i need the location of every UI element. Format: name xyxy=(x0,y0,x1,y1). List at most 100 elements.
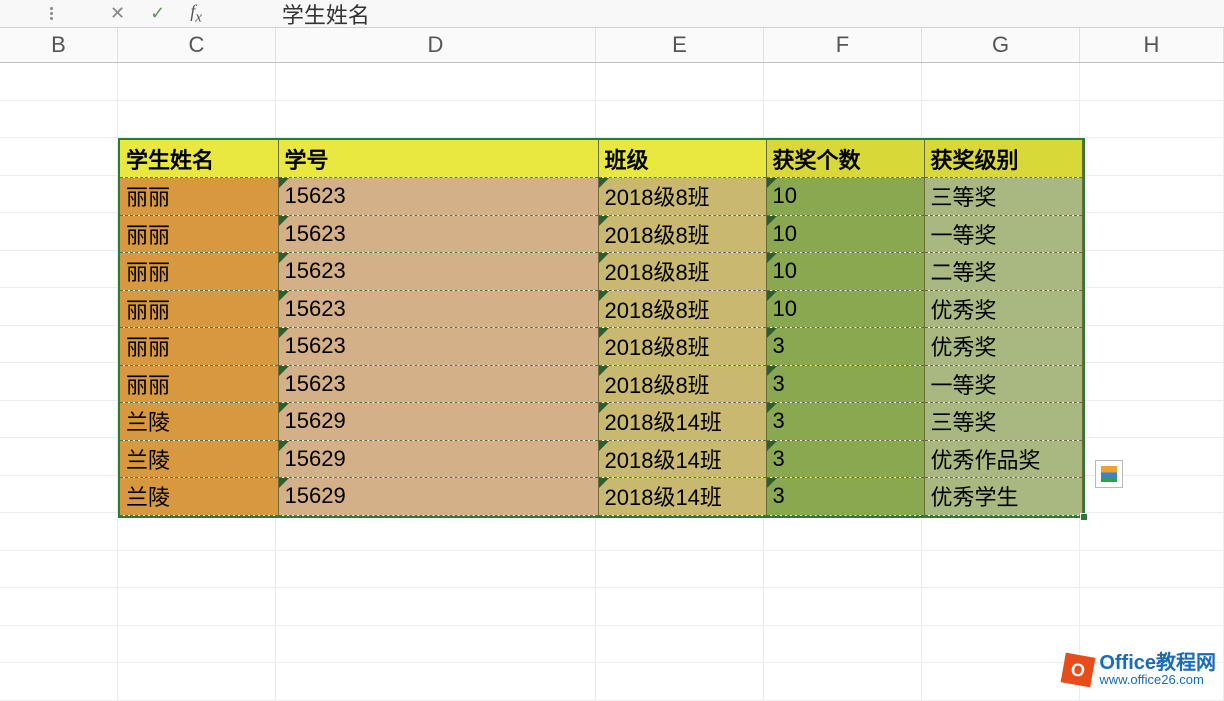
cell-value: 兰陵 xyxy=(126,410,170,435)
cell-c[interactable]: 丽丽 xyxy=(120,253,278,291)
cell-f[interactable]: 3 xyxy=(766,328,924,366)
col-header-d[interactable]: D xyxy=(276,28,596,62)
cell-f[interactable]: 3 xyxy=(766,440,924,478)
cell-value: 优秀奖 xyxy=(931,298,997,323)
column-headers: B C D E F G H xyxy=(0,28,1224,63)
cell-d[interactable]: 15623 xyxy=(278,253,598,291)
cancel-icon[interactable]: ✕ xyxy=(110,3,125,24)
cell-g[interactable]: 优秀作品奖 xyxy=(924,440,1082,478)
error-indicator-icon xyxy=(279,291,289,301)
cell-value: 15629 xyxy=(285,483,346,508)
col-header-h[interactable]: H xyxy=(1080,28,1224,62)
cell-value: 三等奖 xyxy=(931,185,997,210)
selection-handle[interactable] xyxy=(1080,513,1088,521)
cell-c[interactable]: 丽丽 xyxy=(120,290,278,328)
cell-c[interactable]: 兰陵 xyxy=(120,403,278,441)
cell-e[interactable]: 2018级14班 xyxy=(598,403,766,441)
error-indicator-icon xyxy=(279,478,289,488)
cell-d[interactable]: 15623 xyxy=(278,215,598,253)
cell-g[interactable]: 二等奖 xyxy=(924,253,1082,291)
cell-d[interactable]: 15623 xyxy=(278,328,598,366)
cell-e[interactable]: 2018级8班 xyxy=(598,215,766,253)
cell-value: 2018级8班 xyxy=(605,223,710,248)
col-header-f[interactable]: F xyxy=(764,28,922,62)
error-indicator-icon xyxy=(767,216,777,226)
col-header-e[interactable]: E xyxy=(596,28,764,62)
cell-g[interactable]: 三等奖 xyxy=(924,178,1082,216)
name-box-area[interactable] xyxy=(0,7,90,20)
cell-e[interactable]: 2018级8班 xyxy=(598,328,766,366)
cell-e[interactable]: 2018级14班 xyxy=(598,478,766,516)
cell-value: 15623 xyxy=(285,258,346,283)
cell-f[interactable]: 3 xyxy=(766,403,924,441)
formula-bar: ✕ ✓ fx 学生姓名 xyxy=(0,0,1224,28)
cell-d[interactable]: 15629 xyxy=(278,440,598,478)
cell-value: 丽丽 xyxy=(126,298,170,323)
col-header-c[interactable]: C xyxy=(118,28,276,62)
cell-value: 二等奖 xyxy=(931,260,997,285)
error-indicator-icon xyxy=(279,403,289,413)
cell-c[interactable]: 丽丽 xyxy=(120,215,278,253)
cell-g[interactable]: 优秀奖 xyxy=(924,290,1082,328)
table-header-row: 学生姓名 学号 班级 获奖个数 获奖级别 xyxy=(120,140,1082,178)
cell-d[interactable]: 15623 xyxy=(278,178,598,216)
cell-d[interactable]: 15623 xyxy=(278,290,598,328)
watermark-title: Office教程网 xyxy=(1099,653,1216,673)
col-header-b[interactable]: B xyxy=(0,28,118,62)
cell-g[interactable]: 三等奖 xyxy=(924,403,1082,441)
cell-value: 三等奖 xyxy=(931,410,997,435)
cell-c[interactable]: 丽丽 xyxy=(120,178,278,216)
header-class[interactable]: 班级 xyxy=(598,140,766,178)
cell-value: 优秀奖 xyxy=(931,335,997,360)
cell-e[interactable]: 2018级8班 xyxy=(598,178,766,216)
error-indicator-icon xyxy=(279,366,289,376)
watermark-text: Office教程网 www.office26.com xyxy=(1099,653,1216,686)
cell-g[interactable]: 优秀学生 xyxy=(924,478,1082,516)
cell-d[interactable]: 15629 xyxy=(278,403,598,441)
cell-e[interactable]: 2018级8班 xyxy=(598,253,766,291)
table-row: 丽丽156232018级8班3一等奖 xyxy=(120,365,1082,403)
cell-value: 15623 xyxy=(285,221,346,246)
table-row: 兰陵 15629 2018级14班3 三等奖 xyxy=(120,403,1082,441)
cell-f[interactable]: 10 xyxy=(766,215,924,253)
cell-f[interactable]: 10 xyxy=(766,178,924,216)
cell-f[interactable]: 3 xyxy=(766,478,924,516)
table-row: 丽丽 156232018级8班10 优秀奖 xyxy=(120,290,1082,328)
cell-e[interactable]: 2018级8班 xyxy=(598,365,766,403)
cell-f[interactable]: 10 xyxy=(766,290,924,328)
fx-icon[interactable]: fx xyxy=(190,1,202,27)
cell-c[interactable]: 兰陵 xyxy=(120,440,278,478)
error-indicator-icon xyxy=(599,478,609,488)
header-award-level[interactable]: 获奖级别 xyxy=(924,140,1082,178)
error-indicator-icon xyxy=(767,478,777,488)
header-student-id[interactable]: 学号 xyxy=(278,140,598,178)
cell-g[interactable]: 优秀奖 xyxy=(924,328,1082,366)
cell-value: 15629 xyxy=(285,408,346,433)
confirm-icon[interactable]: ✓ xyxy=(150,3,165,24)
cell-value: 丽丽 xyxy=(126,260,170,285)
cell-f[interactable]: 3 xyxy=(766,365,924,403)
error-indicator-icon xyxy=(599,178,609,188)
cell-value: 15623 xyxy=(285,183,346,208)
cell-value: 丽丽 xyxy=(126,335,170,360)
header-student-name[interactable]: 学生姓名 xyxy=(120,140,278,178)
header-award-count[interactable]: 获奖个数 xyxy=(766,140,924,178)
cell-d[interactable]: 15623 xyxy=(278,365,598,403)
paste-options-button[interactable] xyxy=(1095,460,1123,488)
cell-value: 15629 xyxy=(285,446,346,471)
cell-c[interactable]: 丽丽 xyxy=(120,365,278,403)
cell-c[interactable]: 兰陵 xyxy=(120,478,278,516)
cell-g[interactable]: 一等奖 xyxy=(924,365,1082,403)
cell-value: 优秀作品奖 xyxy=(931,448,1041,473)
cell-e[interactable]: 2018级14班 xyxy=(598,440,766,478)
watermark: O Office教程网 www.office26.com xyxy=(1063,653,1216,686)
cell-value: 15623 xyxy=(285,333,346,358)
cell-value: 丽丽 xyxy=(126,185,170,210)
cell-e[interactable]: 2018级8班 xyxy=(598,290,766,328)
cell-c[interactable]: 丽丽 xyxy=(120,328,278,366)
col-header-g[interactable]: G xyxy=(922,28,1080,62)
cell-g[interactable]: 一等奖 xyxy=(924,215,1082,253)
cell-d[interactable]: 15629 xyxy=(278,478,598,516)
cell-f[interactable]: 10 xyxy=(766,253,924,291)
formula-bar-input[interactable]: 学生姓名 xyxy=(202,0,1224,30)
